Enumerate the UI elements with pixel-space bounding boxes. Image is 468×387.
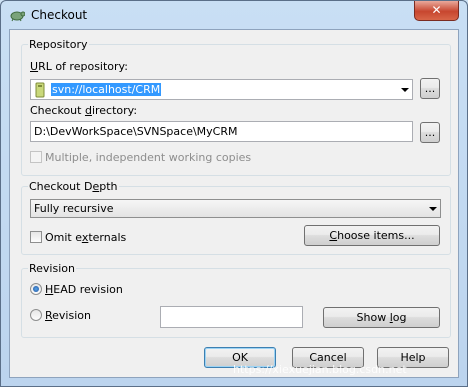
checkout-directory-value: D:\DevWorkSpace\SVNSpace\MyCRM <box>34 125 238 138</box>
multiple-copies-checkbox[interactable] <box>30 151 42 163</box>
dialog-body: Repository URL of repository: svn://loca… <box>9 29 459 378</box>
multiple-copies-label: Multiple, independent working copies <box>45 151 252 164</box>
revision-group-title: Revision <box>28 262 76 275</box>
url-combobox[interactable]: svn://localhost/CRM <box>30 79 413 100</box>
watermark: https://xiexuejian.blog.csdn.net <box>233 363 407 376</box>
show-log-button[interactable]: Show log <box>323 307 440 328</box>
close-button[interactable]: ✕ <box>414 1 459 21</box>
head-revision-radio[interactable] <box>30 283 42 295</box>
title-bar[interactable]: Checkout ✕ <box>1 1 467 29</box>
revision-input[interactable] <box>160 306 303 328</box>
checkout-directory-label: Checkout directory: <box>30 104 138 117</box>
url-value: svn://localhost/CRM <box>51 83 162 96</box>
url-label: URL of repository: <box>30 60 128 73</box>
directory-browse-button[interactable]: ... <box>420 122 440 143</box>
checkout-dialog: Checkout ✕ Repository URL of repository:… <box>0 0 468 387</box>
choose-items-button[interactable]: Choose items... <box>304 225 440 246</box>
checkout-depth-group-title: Checkout Depth <box>28 180 119 193</box>
omit-externals-checkbox[interactable] <box>30 231 42 243</box>
checkout-depth-select[interactable]: Fully recursive <box>30 199 441 218</box>
repository-icon <box>34 82 46 99</box>
chevron-down-icon[interactable] <box>401 88 409 92</box>
url-browse-button[interactable]: ... <box>420 78 440 99</box>
revision-radio[interactable] <box>30 309 42 321</box>
chevron-down-icon[interactable] <box>429 207 437 211</box>
head-revision-label: HEAD revision <box>45 283 123 296</box>
close-icon: ✕ <box>431 3 442 17</box>
repository-group-title: Repository <box>28 38 89 51</box>
tortoise-icon <box>9 8 26 22</box>
window-title: Checkout <box>31 8 88 22</box>
omit-externals-label: Omit externals <box>45 231 127 244</box>
checkout-depth-value: Fully recursive <box>34 202 114 215</box>
revision-label: Revision <box>45 309 91 322</box>
checkout-directory-input[interactable]: D:\DevWorkSpace\SVNSpace\MyCRM <box>30 121 413 142</box>
